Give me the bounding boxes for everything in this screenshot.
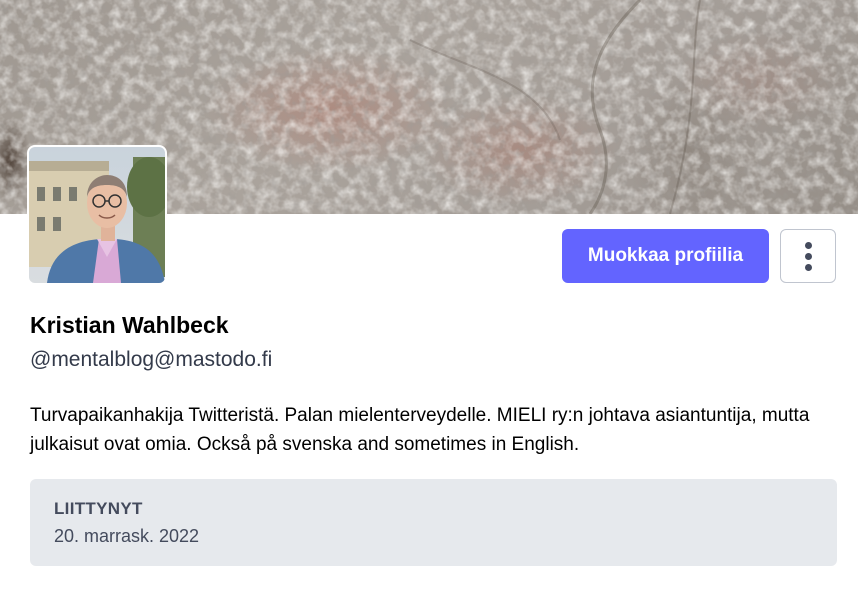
more-options-button[interactable]: [780, 229, 836, 283]
joined-date: 20. marrask. 2022: [54, 526, 200, 546]
display-name: Kristian Wahlbeck: [30, 312, 229, 338]
joined-info-box: LIITTYNYT 20. marrask. 2022: [30, 479, 837, 566]
avatar-photo: [29, 147, 165, 283]
avatar[interactable]: [29, 147, 165, 283]
ellipsis-dot: [805, 253, 812, 260]
ellipsis-dot: [805, 264, 812, 271]
ellipsis-dot: [805, 242, 812, 249]
account-handle[interactable]: @mentalblog@mastodo.fi: [30, 348, 272, 372]
profile-bio: Turvapaikanhakija Twitteristä. Palan mie…: [30, 405, 810, 455]
edit-profile-button[interactable]: Muokkaa profiilia: [562, 229, 769, 283]
joined-label: LIITTYNYT: [54, 499, 143, 518]
